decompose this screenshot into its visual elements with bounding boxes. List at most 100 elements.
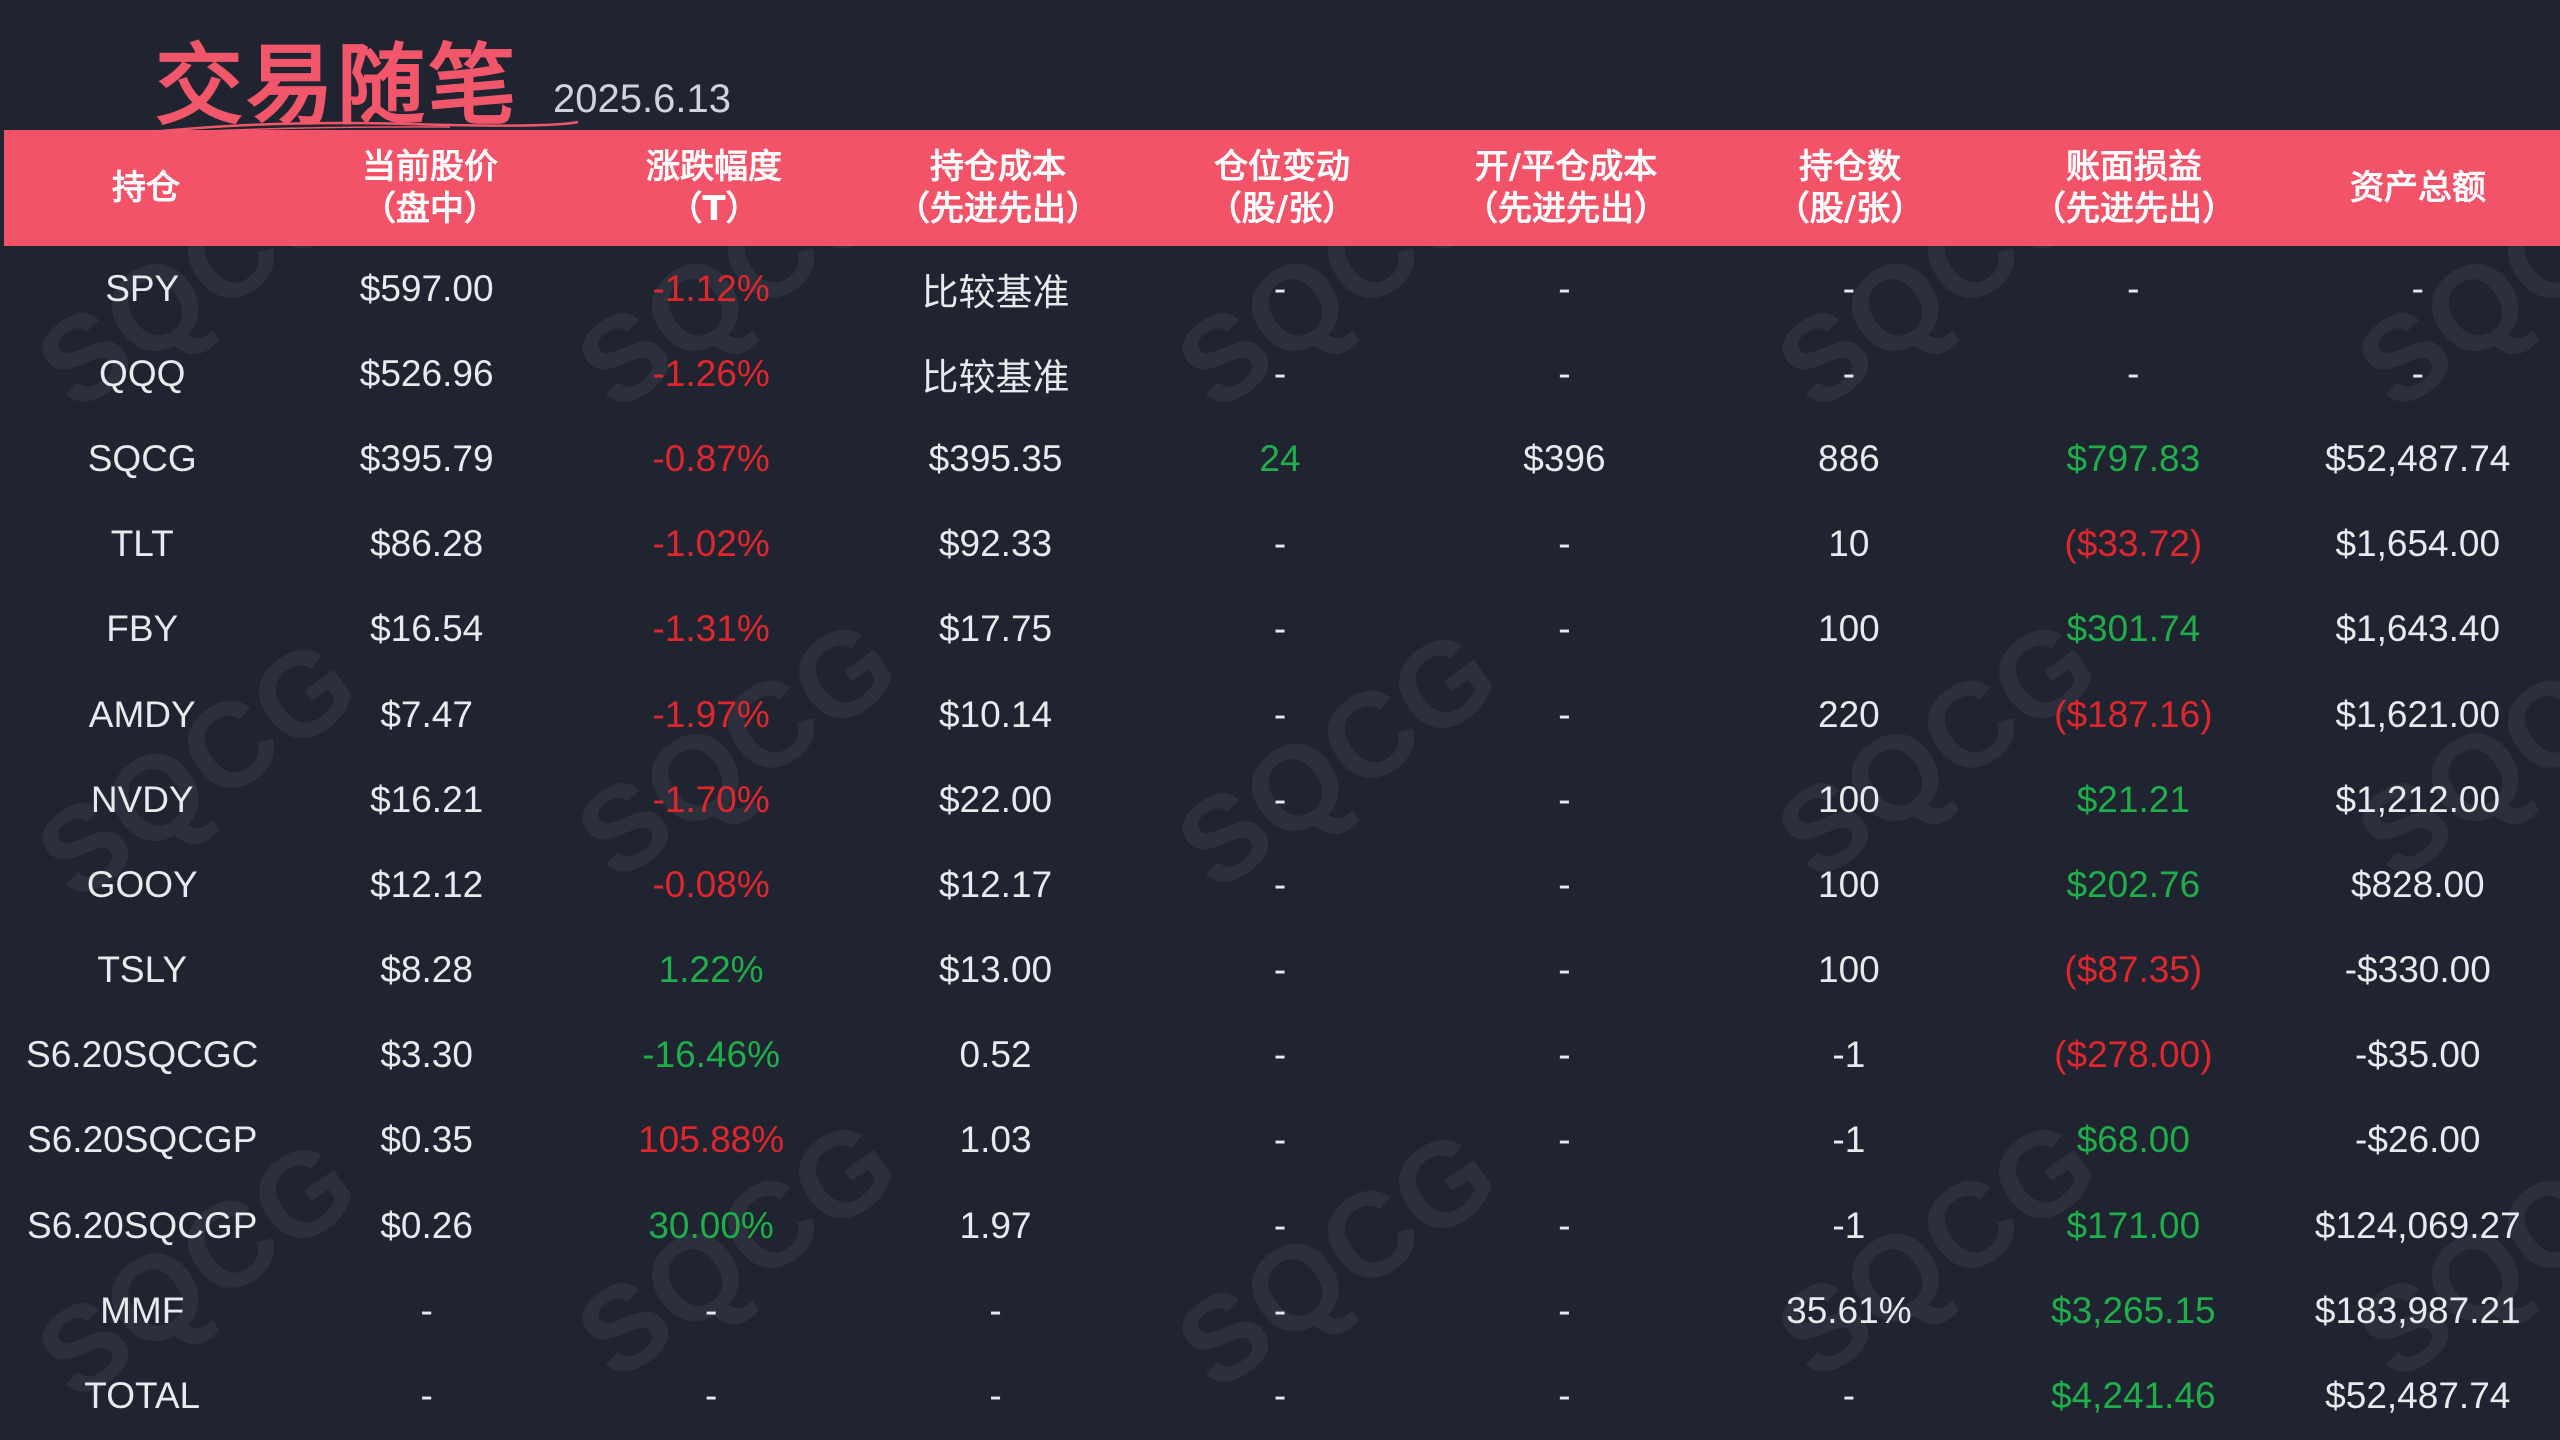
cell-open-cost: -	[1558, 267, 1571, 309]
cell-price: $3.30	[380, 1034, 473, 1076]
cell-symbol: GOOY	[86, 863, 198, 905]
cell-price: $0.35	[380, 1119, 473, 1161]
cell-total: $183,987.21	[2314, 1289, 2521, 1331]
cell-price: $526.96	[359, 352, 494, 394]
column-header-label: 资产总额	[2350, 168, 2486, 208]
cell-qty: -1	[1832, 1034, 1866, 1076]
cell-symbol: FBY	[106, 608, 179, 650]
cell-symbol: MMF	[100, 1289, 185, 1331]
column-header: 账面损益 （先进先出）	[1992, 130, 2276, 246]
cell-open-cost: -	[1558, 863, 1571, 905]
cell-open-cost: -	[1558, 778, 1571, 820]
cell-pos-change: -	[1273, 1375, 1287, 1417]
cell-pos-change: -	[1273, 523, 1287, 565]
cell-symbol: S6.20SQCGP	[27, 1119, 258, 1161]
cell-total: -$330.00	[2344, 949, 2491, 991]
table-row: MMF - - - - - 35.61% $3,265.15 $183,987.21	[0, 1268, 2560, 1353]
cell-change: -	[704, 1289, 718, 1331]
cell-open-cost: -	[1558, 1289, 1571, 1331]
cell-price: $597.00	[359, 267, 494, 309]
cell-change: -1.12%	[652, 267, 770, 309]
table-row: S6.20SQCGP $0.35 105.88% 1.03 - - -1 $68.00 -$26…	[0, 1098, 2560, 1183]
cell-total: $1,654.00	[2335, 523, 2501, 565]
cell-cost: $17.75	[938, 608, 1053, 650]
cell-pnl: $4,241.46	[2051, 1375, 2216, 1417]
cell-total: $52,487.74	[2325, 437, 2511, 479]
cell-open-cost: -	[1558, 1119, 1571, 1161]
column-header: 资产总额	[2276, 130, 2560, 246]
cell-pnl: -	[2127, 267, 2140, 309]
cell-qty: 220	[1818, 693, 1880, 735]
cell-symbol: SPY	[105, 267, 180, 309]
cell-pnl: -	[2127, 352, 2140, 394]
title-area: 交易随笔 2025.6.13	[155, 20, 731, 130]
cell-change: -0.08%	[652, 863, 770, 905]
cell-cost: $22.00	[938, 778, 1053, 820]
table-row: TSLY $8.28 1.22% $13.00 - - 100 ($87.35) -$330.0…	[0, 928, 2560, 1013]
column-header-sublabel: （股/张）	[1207, 189, 1357, 229]
cell-price: $16.54	[370, 608, 484, 650]
cell-change: -	[704, 1375, 718, 1417]
cell-cost: $10.14	[938, 693, 1053, 735]
cell-pnl: $202.76	[2066, 863, 2201, 905]
table-row: NVDY $16.21 -1.70% $22.00 - - 100 $21.21 $1,212.…	[0, 757, 2560, 842]
column-header: 持仓	[4, 130, 288, 246]
cell-price: $16.21	[370, 778, 484, 820]
cell-change: 30.00%	[648, 1204, 774, 1246]
cell-pos-change: -	[1273, 1034, 1287, 1076]
cell-open-cost: -	[1558, 352, 1571, 394]
cell-total: $1,643.40	[2335, 608, 2501, 650]
cell-cost: -	[989, 1289, 1002, 1331]
cell-price: $86.28	[370, 523, 484, 565]
table-row: TLT $86.28 -1.02% $92.33 - - 10 ($33.72) $1,654.…	[0, 502, 2560, 587]
cell-pnl: ($278.00)	[2054, 1034, 2213, 1076]
cell-pos-change: -	[1273, 778, 1287, 820]
cell-qty: 886	[1818, 437, 1880, 479]
cell-pnl: $3,265.15	[2051, 1289, 2216, 1331]
cell-symbol: TLT	[110, 523, 174, 565]
cell-qty: 10	[1828, 523, 1870, 565]
column-header-label: 持仓成本	[930, 147, 1066, 187]
cell-cost: -	[989, 1375, 1002, 1417]
cell-symbol: QQQ	[99, 352, 186, 394]
page: 交易随笔 2025.6.13 持仓 当前股价 （盘中） 涨跌幅度 （T） 持仓成本 （先进先…	[0, 0, 2560, 1440]
column-header-sublabel: （先进先出）	[2032, 189, 2236, 229]
cell-symbol: TOTAL	[84, 1375, 201, 1417]
column-header-sublabel: （盘中）	[362, 189, 498, 229]
cell-qty: 100	[1818, 949, 1880, 991]
table-row: SQCG $395.79 -0.87% $395.35 24 $396 886 $797.83…	[0, 416, 2560, 501]
cell-open-cost: -	[1558, 949, 1571, 991]
cell-symbol: NVDY	[90, 778, 194, 820]
column-header-label: 账面损益	[2066, 147, 2202, 187]
cell-qty: 100	[1818, 863, 1880, 905]
cell-price: -	[420, 1289, 433, 1331]
cell-total: -$26.00	[2355, 1119, 2481, 1161]
cell-open-cost: -	[1558, 608, 1571, 650]
report-date: 2025.6.13	[553, 77, 731, 121]
cell-price: $0.26	[380, 1204, 473, 1246]
cell-symbol: TSLY	[97, 949, 188, 991]
cell-pos-change: -	[1273, 863, 1287, 905]
column-header-label: 持仓	[112, 168, 180, 208]
cell-pnl: $797.83	[2066, 437, 2201, 479]
cell-total: -$35.00	[2355, 1034, 2481, 1076]
cell-qty: 100	[1818, 608, 1880, 650]
holdings-table: SPY $597.00 -1.12% 比较基准 - - - - - QQQ $526.96 -1.26…	[0, 246, 2560, 1440]
cell-cost: 0.52	[959, 1034, 1032, 1076]
cell-total: $124,069.27	[2314, 1204, 2521, 1246]
cell-price: $7.47	[380, 693, 473, 735]
cell-total: $1,621.00	[2335, 693, 2501, 735]
cell-total: $828.00	[2350, 863, 2485, 905]
cell-total: -	[2411, 267, 2424, 309]
table-row: GOOY $12.12 -0.08% $12.17 - - 100 $202.76 $828.0…	[0, 842, 2560, 927]
column-header-sublabel: （先进先出）	[896, 189, 1100, 229]
column-header-sublabel: （股/张）	[1775, 189, 1925, 229]
cell-cost: 比较基准	[921, 271, 1070, 313]
cell-qty: -	[1842, 352, 1856, 394]
column-header: 仓位变动 （股/张）	[1140, 130, 1424, 246]
cell-change: -1.26%	[652, 352, 770, 394]
table-row: TOTAL - - - - - - $4,241.46 $52,487.74	[0, 1353, 2560, 1438]
column-header-sublabel: （T）	[668, 189, 760, 229]
column-header-label: 开/平仓成本	[1474, 147, 1658, 187]
cell-qty: -	[1842, 1375, 1856, 1417]
